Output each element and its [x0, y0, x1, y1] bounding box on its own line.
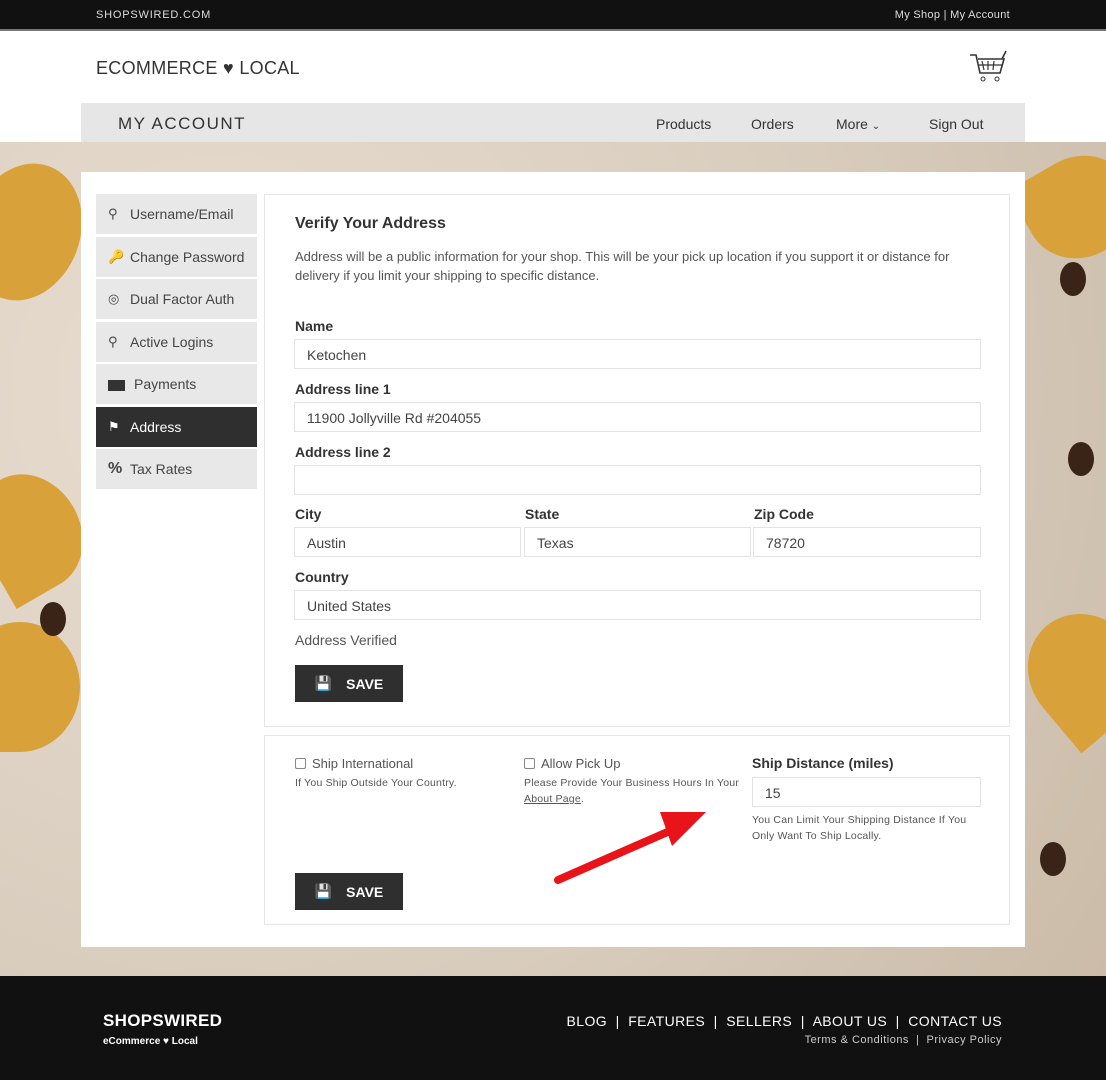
save-shipping-button[interactable]: 💾 SAVE [295, 873, 403, 910]
save-label: SAVE [346, 883, 384, 900]
save-label: SAVE [346, 675, 384, 692]
chevron-down-icon: ⌄ [871, 121, 881, 132]
allow-pickup-checkbox[interactable]: Allow Pick Up [524, 756, 620, 771]
sidebar-item-label: Username/Email [130, 206, 234, 222]
address-line2-input[interactable] [294, 465, 981, 495]
footer-link-contact[interactable]: CONTACT US [908, 1013, 1002, 1029]
sidebar-item-label: Dual Factor Auth [130, 291, 235, 307]
country-label: Country [295, 569, 349, 585]
address-status: Address Verified [295, 632, 397, 648]
footer-tagline: eCommerce ♥ Local [103, 1036, 198, 1047]
sidebar-item-dual-factor[interactable]: ◎ Dual Factor Auth [96, 279, 257, 319]
address-line1-input[interactable]: 11900 Jollyville Rd #204055 [294, 402, 981, 432]
logo-text-left: ECOMMERCE [96, 58, 218, 78]
nav-products[interactable]: Products [656, 116, 711, 132]
logo[interactable]: ECOMMERCE ♥ LOCAL [96, 58, 300, 79]
hint-text: Please Provide Your Business Hours In Yo… [524, 777, 740, 789]
cart-icon[interactable] [968, 49, 1008, 85]
sidebar-item-label: Payments [134, 376, 197, 392]
zip-input[interactable]: 78720 [753, 527, 981, 557]
user-icon: ⚲ [108, 333, 118, 349]
ship-distance-label: Ship Distance (miles) [752, 755, 894, 771]
page-title: MY ACCOUNT [118, 114, 247, 133]
ship-distance-input[interactable]: 15 [752, 777, 981, 807]
account-panel: ⚲ Username/Email 🔑 Change Password ◎ Dual F… [81, 172, 1025, 947]
sidebar-item-label: Active Logins [130, 333, 214, 350]
separator: | [943, 9, 947, 21]
save-address-button[interactable]: 💾 SAVE [295, 665, 403, 702]
sidebar-item-label: Tax Rates [130, 461, 193, 477]
tagline-right: Local [171, 1036, 198, 1047]
name-input[interactable]: Ketochen [294, 339, 981, 369]
sidebar: ⚲ Username/Email 🔑 Change Password ◎ Dual F… [96, 194, 257, 492]
money-bill-icon [108, 377, 130, 392]
save-icon: 💾 [314, 675, 333, 691]
checkbox-box[interactable] [524, 758, 535, 769]
sidebar-item-label: Change Password [130, 248, 245, 265]
privacy-link[interactable]: Privacy Policy [927, 1034, 1002, 1046]
section-title: Verify Your Address [295, 215, 446, 232]
sidebar-item-change-password[interactable]: 🔑 Change Password [96, 236, 257, 277]
state-label: State [525, 506, 560, 522]
account-nav: MY ACCOUNT Products Orders More ⌄ Sign O… [81, 103, 1025, 142]
footer-link-about[interactable]: ABOUT US [813, 1013, 888, 1029]
sidebar-item-payments[interactable]: Payments [96, 364, 257, 404]
sidebar-item-active-logins[interactable]: ⚲ Active Logins [96, 321, 257, 362]
section-description: Address will be a public information for… [295, 249, 950, 283]
my-account-link[interactable]: My Account [950, 9, 1010, 21]
logo-text-right: LOCAL [239, 58, 300, 78]
nav-more[interactable]: More ⌄ [836, 116, 880, 132]
tagline-left: eCommerce [103, 1036, 161, 1047]
footer-links: BLOG | FEATURES | SELLERS | ABOUT US | C… [566, 1013, 1002, 1029]
checkbox-box[interactable] [295, 758, 306, 769]
top-bar: SHOPSWIRED.COM My Shop | My Account [0, 0, 1106, 29]
my-shop-link[interactable]: My Shop [895, 9, 941, 21]
user-icon: ⚲ [108, 206, 118, 221]
checkbox-label: Ship International [312, 756, 414, 771]
save-icon: 💾 [314, 883, 333, 899]
address-card: Verify Your Address Address will be a pu… [264, 194, 1010, 727]
sidebar-item-username[interactable]: ⚲ Username/Email [96, 194, 257, 234]
address-line1-label: Address line 1 [295, 381, 391, 397]
footer-link-features[interactable]: FEATURES [628, 1013, 705, 1029]
nav-orders[interactable]: Orders [751, 116, 794, 132]
terms-link[interactable]: Terms & Conditions [805, 1034, 909, 1046]
heart-icon: ♥ [223, 58, 235, 78]
heart-icon: ♥ [163, 1036, 169, 1047]
address-line2-label: Address line 2 [295, 444, 391, 460]
header: ECOMMERCE ♥ LOCAL [0, 29, 1106, 103]
footer-legal: Terms & Conditions | Privacy Policy [804, 1034, 1002, 1046]
key-icon: 🔑 [108, 248, 125, 264]
about-page-link[interactable]: About Page [524, 793, 581, 805]
shipping-card: Ship International If You Ship Outside Y… [264, 735, 1010, 925]
nav-more-label: More [836, 116, 868, 132]
site-name: SHOPSWIRED.COM [96, 9, 212, 21]
sidebar-item-tax-rates[interactable]: % Tax Rates [96, 449, 257, 489]
name-label: Name [295, 318, 334, 334]
ship-international-checkbox[interactable]: Ship International [295, 756, 413, 771]
footer-link-blog[interactable]: BLOG [567, 1013, 608, 1029]
fingerprint-icon: ◎ [108, 291, 120, 306]
state-input[interactable]: Texas [524, 527, 751, 557]
footer-brand[interactable]: SHOPSWIRED [103, 1011, 222, 1031]
sidebar-item-label: Address [130, 418, 182, 435]
ship-distance-hint: You Can Limit Your Shipping Distance If … [752, 814, 967, 842]
map-marked-icon: ⚑ [108, 418, 120, 434]
country-input[interactable]: United States [294, 590, 981, 620]
checkbox-label: Allow Pick Up [541, 756, 621, 771]
sidebar-item-address[interactable]: ⚑ Address [96, 406, 257, 447]
zip-label: Zip Code [754, 506, 814, 522]
ship-international-hint: If You Ship Outside Your Country. [295, 777, 457, 789]
city-input[interactable]: Austin [294, 527, 521, 557]
nav-sign-out[interactable]: Sign Out [929, 116, 983, 132]
percent-icon: % [108, 460, 123, 477]
city-label: City [295, 506, 322, 522]
footer: SHOPSWIRED eCommerce ♥ Local BLOG | FEAT… [0, 976, 1106, 1080]
allow-pickup-hint: Please Provide Your Business Hours In Yo… [524, 777, 740, 805]
footer-link-sellers[interactable]: SELLERS [726, 1013, 792, 1029]
